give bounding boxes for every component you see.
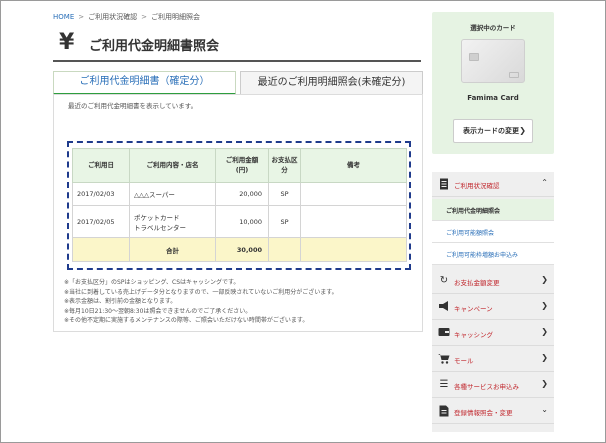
table-row: 2017/02/03 △△△スーパー 20,000 SP (72, 182, 407, 206)
chevron-right-icon: ❯ (541, 301, 548, 310)
sidebar-item-services[interactable]: ☰ 各種サービスお申込み ❯ (432, 373, 554, 398)
page-title: ご利用代金明細書照会 (89, 39, 220, 54)
cell-date: 2017/02/05 (72, 205, 130, 238)
chevron-up-icon: ⌃ (541, 178, 548, 187)
list-icon: ☰ (439, 379, 449, 390)
card-chip-icon (469, 53, 479, 61)
statement-table: ご利用日 ご利用内容・店名 ご利用金額 (円) お支払区分 備考 2017/02/… (72, 148, 407, 262)
table-row: 2017/02/05 ポケットカード トラベルセンター 10,000 SP (72, 205, 407, 238)
header-payment-type: お支払区分 (268, 148, 301, 183)
note-item: ※その他不定期に実施するメンテナンスの際等、ご照会いただけない時間帯がございます… (64, 317, 309, 325)
sidebar-item-campaign[interactable]: キャンペーン ❯ (432, 295, 554, 320)
cell-remarks (300, 205, 407, 238)
yen-icon: ¥ (59, 30, 75, 55)
breadcrumb-separator: > (78, 13, 85, 21)
header-date: ご利用日 (72, 148, 130, 183)
table-total-row: 合計 30,000 (72, 237, 407, 262)
chevron-down-icon: ⌄ (541, 405, 548, 414)
sidebar-item-cashing[interactable]: キャッシング ❯ (432, 321, 554, 346)
chevron-right-icon: ❯ (541, 327, 548, 336)
change-card-button[interactable]: 表示カードの変更 ❯ (453, 119, 533, 143)
sidebar-item-usage-status[interactable]: ご利用状況確認 ⌃ (432, 172, 554, 197)
breadcrumb-separator: > (141, 13, 147, 21)
intro-text: 最近のご利用代金明細書を表示しています。 (68, 102, 198, 110)
sidebar-item-registration[interactable]: 登録情報照会・変更 ⌄ (432, 399, 554, 424)
cell-amount: 10,000 (215, 205, 269, 238)
card-logo-icon (509, 72, 519, 78)
cell-amount: 20,000 (215, 182, 269, 206)
sidebar-subitem-statement[interactable]: ご利用代金明細照会 (432, 199, 554, 221)
total-label: 合計 (129, 237, 216, 262)
breadcrumb-home-link[interactable]: HOME (53, 13, 74, 21)
cell-remarks (300, 182, 407, 206)
note-item: ※当社に到着している売上げデータ分となりますので、一部反映されていないご利用分が… (64, 288, 338, 296)
chevron-right-icon: ❯ (519, 126, 526, 135)
cell-date: 2017/02/03 (72, 182, 130, 206)
sidebar-subitem-available-amount[interactable]: ご利用可能額照会 (432, 221, 554, 243)
note-item: ※表示金額は、割引前の金額となります。 (64, 298, 177, 306)
refresh-icon: ↻ (439, 275, 449, 286)
credit-card-image (461, 39, 525, 83)
tab-recent-unconfirmed[interactable]: 最近のご利用明細照会(未確定分) (240, 71, 423, 95)
card-name: Famima Card (467, 94, 519, 102)
header-remarks: 備考 (300, 148, 407, 183)
chevron-right-icon: ❯ (541, 379, 548, 388)
document-icon (438, 405, 450, 417)
megaphone-icon (438, 301, 450, 313)
receipt-icon (438, 178, 450, 190)
note-item: ※「お支払区分」のSPはショッピング、CSはキャッシングです。 (64, 279, 240, 286)
chevron-right-icon: ❯ (541, 353, 548, 362)
selected-card-label: 選択中のカード (470, 24, 516, 32)
header-shop: ご利用内容・店名 (129, 148, 216, 183)
total-amount: 30,000 (215, 237, 269, 262)
cell-payment-type: SP (268, 205, 301, 238)
header-amount: ご利用金額 (円) (215, 148, 269, 183)
breadcrumb-item-current: ご利用明細照会 (151, 13, 200, 21)
cell-payment-type: SP (268, 182, 301, 206)
cart-icon (438, 353, 450, 365)
breadcrumb-item-usage-status[interactable]: ご利用状況確認 (88, 13, 137, 21)
wallet-icon (438, 327, 450, 339)
sidebar-item-payment-change[interactable]: ↻ お支払金額変更 ❯ (432, 269, 554, 294)
selected-card-box: 選択中のカード Famima Card 表示カードの変更 ❯ (432, 12, 554, 154)
cell-shop: △△△スーパー (129, 182, 216, 206)
cell-shop: ポケットカード トラベルセンター (129, 205, 216, 238)
sidebar-menu: ご利用状況確認 ⌃ ご利用代金明細照会 ご利用可能額照会 ご利用可能枠増額お申込… (432, 172, 554, 432)
tab-confirmed-statement[interactable]: ご利用代金明細書（確定分） (53, 71, 236, 95)
sidebar-subitem-limit-increase[interactable]: ご利用可能枠増額お申込み (432, 243, 554, 265)
page-header: ¥ ご利用代金明細書照会 (53, 30, 421, 62)
table-header-row: ご利用日 ご利用内容・店名 ご利用金額 (円) お支払区分 備考 (72, 148, 407, 183)
chevron-right-icon: ❯ (541, 275, 548, 284)
notes-list: ※「お支払区分」のSPはショッピング、CSはキャッシングです。 ※当社に到着して… (64, 278, 338, 326)
sidebar-item-mall[interactable]: モール ❯ (432, 347, 554, 372)
breadcrumb: HOME > ご利用状況確認 > ご利用明細照会 (53, 12, 200, 22)
note-item: ※毎月10日21:30～翌朝8:30は照会できませんのでご了承ください。 (64, 307, 252, 315)
